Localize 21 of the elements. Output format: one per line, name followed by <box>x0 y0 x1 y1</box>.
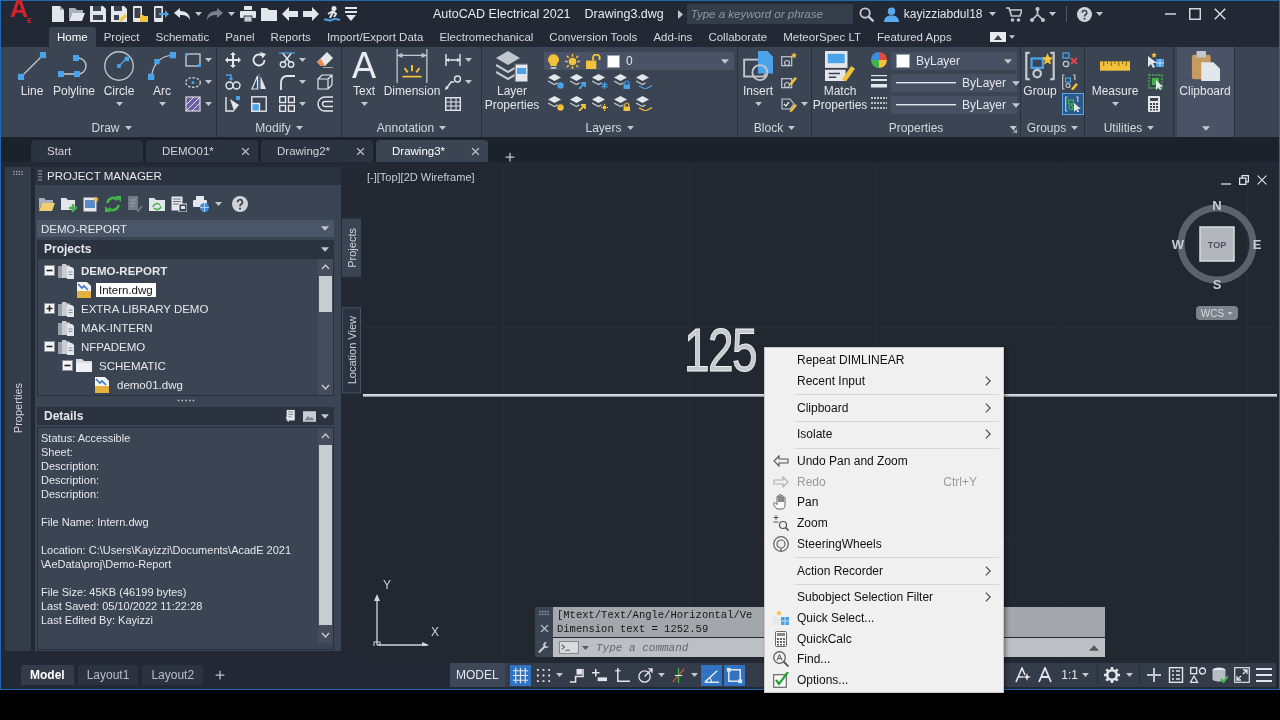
detail-text: Last Saved: 05/10/2022 11:22:28 <box>41 599 204 613</box>
app-title: AutoCAD Electrical 2021 <box>433 7 571 21</box>
shortcut-text: Ctrl+Y <box>943 474 977 489</box>
detail-text: Last Edited By: Kayizzi <box>41 613 154 627</box>
detail-text: Status: Accessible <box>41 431 132 445</box>
detail-text: Sheet: <box>41 445 74 459</box>
document-title: Drawing3.dwg <box>584 7 664 21</box>
command-history-line: Dimension text = 1252.59 <box>557 622 709 636</box>
detail-text: \AeData\proj\Demo-Report <box>41 557 173 571</box>
axis-label: Y <box>383 579 392 592</box>
detail-text: File Name: Intern.dwg <box>41 515 150 529</box>
axis-label: X <box>431 626 439 639</box>
palette-title: PROJECT MANAGER <box>47 170 162 182</box>
detail-text: Location: C:\Users\Kayizzi\Documents\AcadE 2021 <box>41 543 293 557</box>
detail-text: Description: <box>41 487 101 501</box>
text-icon: A <box>351 49 377 82</box>
dimension-text: 125 <box>684 319 757 381</box>
detail-text: Description: <box>41 473 101 487</box>
detail-text: File Size: 45KB (46199 bytes) <box>41 585 188 599</box>
command-history-line: [Mtext/Text/Angle/Horizontal/Ve <box>557 608 753 622</box>
detail-text: Description: <box>41 459 101 473</box>
